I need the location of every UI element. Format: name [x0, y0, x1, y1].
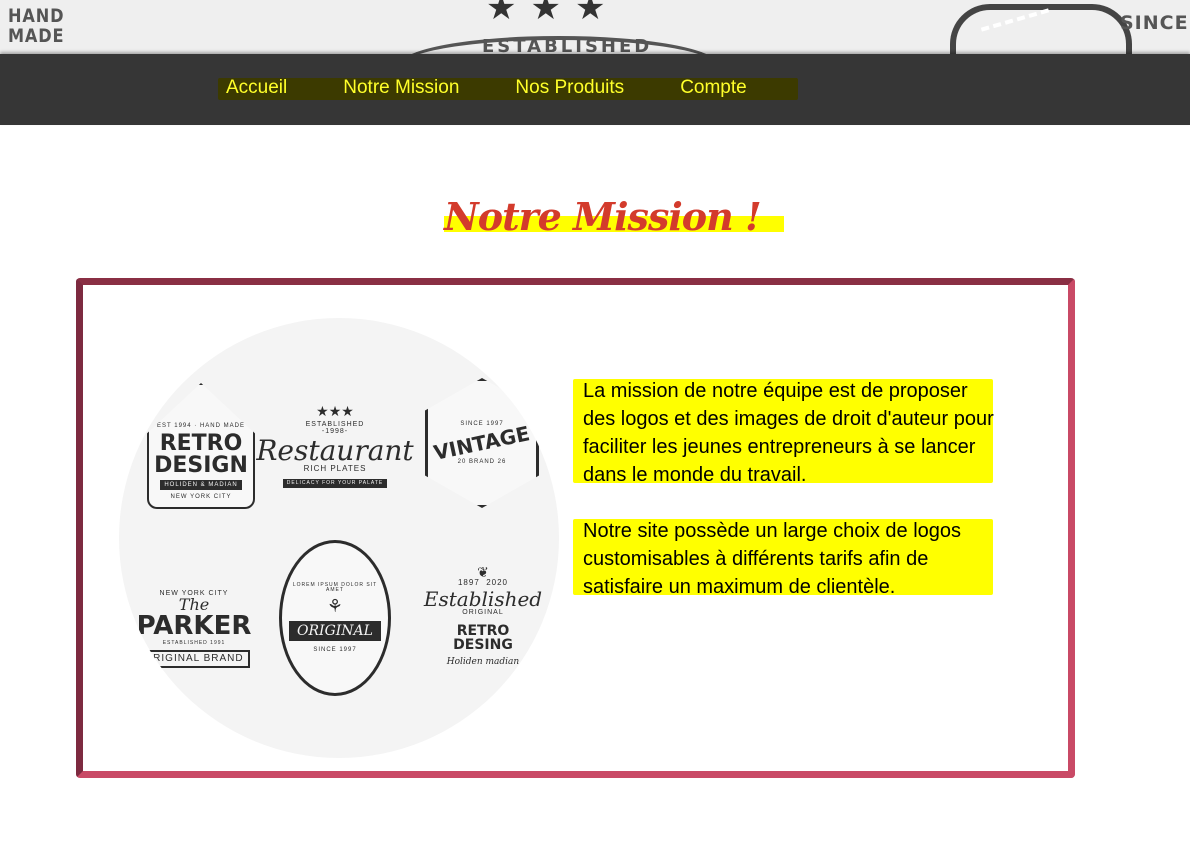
restaurant-logo-stars: ★★★	[316, 403, 354, 419]
nav-link-notre-mission[interactable]: Notre Mission	[343, 77, 459, 99]
vintage-logo-top: SINCE 1997	[460, 421, 504, 427]
restaurant-logo-top: ESTABLISHED	[305, 421, 365, 428]
logos-collage-image: EST 1994 · HAND MADE RETRO DESIGN HOLIDE…	[119, 318, 559, 758]
restaurant-logo-sub: RICH PLATES	[303, 464, 367, 473]
header-banner-image: HAND MADE ★★★ ESTABLISHED SINCE	[0, 0, 1190, 54]
page-title: Notre Mission !	[444, 194, 762, 239]
restaurant-logo-bottom: DELICACY FOR YOUR PALATE	[282, 479, 388, 488]
wheat-icon: ⚘	[326, 596, 344, 616]
nav-links: Accueil Notre Mission Nos Produits Compt…	[226, 77, 747, 99]
main-navbar: Accueil Notre Mission Nos Produits Compt…	[0, 54, 1190, 125]
mission-paragraph-2: Notre site possède un large choix de log…	[573, 517, 1003, 601]
original-logo-bottom: SINCE 1997	[313, 647, 357, 653]
ornament-icon: ❦	[477, 564, 489, 580]
retro-logo-line1: RETRO	[159, 430, 243, 456]
vintage-logo: SINCE 1997 VINTAGE 20 BRAND 26	[425, 378, 539, 508]
mission-paragraph-1: La mission de notre équipe est de propos…	[573, 377, 1003, 489]
established-logo-bottom: Holiden madian	[446, 657, 520, 667]
established-logo-band: RETRO DESING	[453, 623, 513, 653]
original-logo: LOREM IPSUM DOLOR SIT AMET ⚘ ORIGINAL SI…	[279, 540, 391, 696]
retro-logo-bottom: NEW YORK CITY	[170, 493, 232, 500]
established-logo: ❦ 1897 2020 Established ORIGINAL RETRO D…	[423, 546, 543, 686]
mission-box: EST 1994 · HAND MADE RETRO DESIGN HOLIDE…	[76, 278, 1075, 778]
nav-link-nos-produits[interactable]: Nos Produits	[515, 77, 624, 99]
nav-link-accueil[interactable]: Accueil	[226, 77, 287, 99]
original-logo-ring: LOREM IPSUM DOLOR SIT AMET	[292, 582, 378, 593]
retro-design-logo: EST 1994 · HAND MADE RETRO DESIGN HOLIDE…	[147, 383, 255, 509]
restaurant-logo: ★★★ ESTABLISHED -1998- Restaurant RICH P…	[256, 390, 414, 502]
vintage-logo-bottom: 20 BRAND 26	[457, 459, 507, 465]
banner-handmade-text: HAND MADE	[8, 5, 65, 47]
banner-established-text: ESTABLISHED	[482, 36, 653, 54]
retro-logo-line2: DESIGN	[154, 452, 248, 478]
banner-since-text: SINCE	[1120, 12, 1189, 34]
page-title-wrap: Notre Mission !	[444, 194, 784, 240]
nav-link-compte[interactable]: Compte	[680, 77, 747, 99]
restaurant-logo-main: Restaurant	[256, 434, 414, 467]
established-logo-main: Established	[423, 587, 543, 611]
parker-logo: NEW YORK CITY The PARKER ESTABLISHED 199…	[135, 574, 253, 684]
vintage-logo-main: VINTAGE	[431, 421, 533, 465]
parker-logo-main: PARKER	[136, 611, 252, 641]
parker-logo-est: ESTABLISHED 1991	[162, 640, 226, 646]
retro-logo-top: EST 1994 · HAND MADE	[157, 422, 245, 429]
retro-logo-band: HOLIDEN & MADIAN	[160, 479, 242, 490]
parker-logo-bottom: ORIGINAL BRAND	[138, 650, 250, 668]
established-logo-sub: ORIGINAL	[462, 609, 504, 616]
mission-text: La mission de notre équipe est de propos…	[573, 377, 1003, 629]
banner-stars: ★★★	[486, 0, 620, 27]
original-logo-main: ORIGINAL	[289, 621, 381, 641]
established-logo-years: 1897 2020	[457, 578, 509, 587]
